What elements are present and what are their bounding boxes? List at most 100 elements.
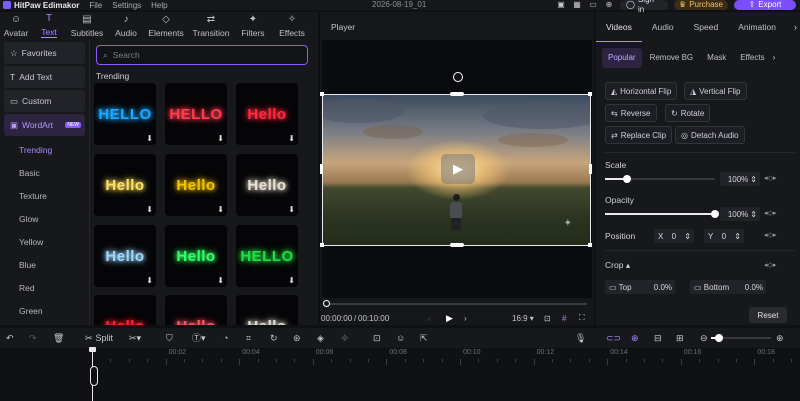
zoom-thumb[interactable] [715, 334, 723, 342]
move-icon[interactable]: ✥ [341, 331, 349, 345]
resize-handle[interactable] [320, 92, 324, 96]
grid-toggle-icon[interactable]: # [562, 314, 566, 323]
subcategory-glow[interactable]: Glow [0, 207, 89, 230]
tab-videos[interactable]: Videos [596, 12, 642, 42]
subcategory-basic[interactable]: Basic [0, 161, 89, 184]
wordart-tile[interactable]: Hello⬇ [94, 225, 156, 287]
resize-handle[interactable] [320, 243, 324, 247]
download-icon[interactable]: ⬇ [288, 276, 295, 285]
subcategory-texture[interactable]: Texture [0, 184, 89, 207]
download-icon[interactable]: ⬇ [146, 205, 153, 214]
category-wordart[interactable]: ▣ WordArt NEW [4, 114, 85, 136]
play-overlay-icon[interactable]: ▶ [441, 154, 475, 184]
download-icon[interactable]: ⬇ [288, 205, 295, 214]
resize-handle[interactable] [588, 243, 592, 247]
gift-icon[interactable]: ▣ [556, 1, 566, 9]
scale-thumb[interactable] [623, 175, 631, 183]
seek-bar[interactable] [323, 300, 587, 307]
magnet-icon[interactable]: ⊕ [631, 331, 639, 345]
wordart-tile[interactable]: Hello⬇ [94, 295, 156, 325]
resize-handle[interactable] [588, 92, 592, 96]
share-icon[interactable]: ⇱ [420, 331, 428, 345]
wordart-tile[interactable]: Hello⬇ [165, 225, 227, 287]
crop-toggle[interactable]: Crop ▴ [605, 260, 630, 271]
export-frame-icon[interactable]: ⊡ [373, 331, 381, 345]
tab-text[interactable]: T Text [32, 12, 66, 40]
opacity-slider[interactable] [605, 210, 719, 218]
wordart-tile[interactable]: HELLO ⬇ [236, 225, 298, 287]
project-name[interactable]: 2026-08-19_01 [372, 0, 426, 9]
detach-audio-button[interactable]: ◎ Detach Audio [675, 126, 745, 144]
subcategory-trending[interactable]: Trending [0, 138, 89, 161]
menu-help[interactable]: Help [151, 1, 167, 10]
menu-settings[interactable]: Settings [112, 1, 141, 10]
category-custom[interactable]: ▭ Custom [4, 90, 85, 112]
zoom-slider[interactable] [711, 334, 771, 342]
scale-slider[interactable] [605, 175, 715, 183]
cut-options-icon[interactable]: ✂▾ [129, 331, 141, 345]
keyframe-controls-icon[interactable]: ◂◇▸ [764, 231, 776, 239]
tab-audio-props[interactable]: Audio [642, 12, 684, 42]
subcategory-red[interactable]: Red [0, 276, 89, 299]
playhead-marker[interactable] [90, 366, 98, 386]
monitor-icon[interactable]: ▭ [588, 1, 598, 9]
purchase-button[interactable]: ♛ Purchase [674, 0, 728, 10]
resize-handle[interactable] [589, 164, 592, 174]
fit-icon[interactable]: ⊞ [676, 331, 684, 345]
tab-animation[interactable]: Animation [728, 12, 786, 42]
tab-subtitles[interactable]: ▤ Subtitles [66, 12, 108, 40]
vertical-flip-button[interactable]: ◮ Vertical Flip [684, 82, 747, 100]
horizontal-flip-button[interactable]: ◭ Horizontal Flip [605, 82, 678, 100]
speed-icon[interactable]: ◔ [223, 331, 228, 345]
tab-elements[interactable]: ◇ Elements [144, 12, 188, 40]
wordart-tile[interactable]: Hello⬇ [236, 154, 298, 216]
text-track-icon[interactable]: Ⓣ▾ [192, 331, 206, 345]
tab-transition[interactable]: ⇄ Transition [188, 12, 234, 40]
subcategory-yellow[interactable]: Yellow [0, 230, 89, 253]
wordart-tile[interactable]: Hello⬇ [94, 154, 156, 216]
keyframe-controls-icon[interactable]: ◂◇▸ [764, 174, 776, 182]
resize-handle[interactable] [320, 164, 323, 174]
resize-handle[interactable] [450, 243, 464, 247]
prev-frame-icon[interactable]: ‹ [428, 314, 431, 323]
subtab-effects[interactable]: Effects [734, 48, 770, 68]
crop-icon[interactable]: ⌗ [246, 331, 251, 345]
rotate-tool-icon[interactable]: ↻ [270, 331, 278, 345]
shield-icon[interactable]: ⛉ [166, 331, 173, 345]
fullscreen-icon[interactable]: ⛶ [579, 313, 585, 323]
crop-top-field[interactable]: ▭ Top 0.0% [605, 280, 675, 294]
subtab-remove-bg[interactable]: Remove BG [644, 48, 700, 68]
subcategory-green[interactable]: Green [0, 299, 89, 322]
redo-icon[interactable]: ↷ [29, 331, 37, 345]
play-icon[interactable]: ▶ [446, 313, 453, 324]
zoom-in-icon[interactable]: ⊕ [776, 331, 784, 345]
undo-icon[interactable]: ↶ [6, 331, 14, 345]
freeze-icon[interactable]: ⊛ [293, 331, 301, 345]
subcategory-blue[interactable]: Blue [0, 253, 89, 276]
wordart-tile[interactable]: Hello⬇ [236, 295, 298, 325]
download-icon[interactable]: ⬇ [288, 134, 295, 143]
delete-icon[interactable]: 🗑 [53, 331, 64, 345]
snapshot-icon[interactable]: ⊡ [544, 314, 551, 323]
keyframe-icon[interactable]: ◈ [317, 331, 324, 345]
search-input[interactable]: ⌕ Search [96, 45, 308, 65]
wordart-tile[interactable]: Hello⬇ [165, 154, 227, 216]
split-button[interactable]: ✂ Split [85, 331, 113, 345]
tab-audio[interactable]: ♪ Audio [108, 12, 144, 40]
export-button[interactable]: ⇪ Export [734, 0, 796, 10]
download-icon[interactable]: ⬇ [146, 134, 153, 143]
more-subtabs-icon[interactable]: › [773, 48, 776, 68]
download-icon[interactable]: ⬇ [217, 205, 224, 214]
subtab-mask[interactable]: Mask [701, 48, 732, 68]
category-favorites[interactable]: ☆ Favorites [4, 42, 85, 64]
replace-clip-button[interactable]: ⇄ Replace Clip [605, 126, 673, 144]
wordart-tile[interactable]: HELLO ⬇ [94, 83, 156, 145]
tab-filters[interactable]: ✦ Filters [234, 12, 272, 40]
download-icon[interactable]: ⬇ [146, 276, 153, 285]
link-icon[interactable]: ⊂⊃ [606, 331, 621, 345]
timeline-ruler[interactable]: 00:02 00:04 00:06 00:08 00:10 00:12 00:14 00:16… [0, 349, 800, 401]
grid-icon[interactable]: ▦ [572, 1, 582, 9]
category-add-text[interactable]: T Add Text [4, 66, 85, 88]
wordart-tile[interactable]: HELLO ⬇ [165, 83, 227, 145]
menu-file[interactable]: File [89, 1, 102, 10]
